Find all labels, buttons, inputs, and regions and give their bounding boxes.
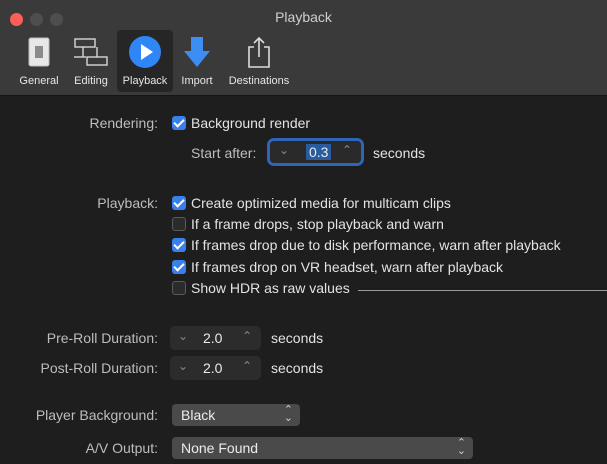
start-after-unit: seconds — [373, 145, 426, 161]
start-after-value[interactable]: 0.3 — [306, 144, 332, 160]
increment-arrow-icon[interactable]: ⌃ — [242, 359, 252, 373]
tab-editing[interactable]: Editing — [68, 30, 114, 92]
pre-roll-value[interactable]: 2.0 — [203, 330, 222, 346]
disk-performance-warn-checkbox[interactable] — [172, 238, 186, 252]
vr-headset-warn-checkbox[interactable] — [172, 260, 186, 274]
pre-roll-label: Pre-Roll Duration: — [46, 330, 158, 346]
optimized-media-label: Create optimized media for multicam clip… — [191, 195, 451, 211]
player-background-popup[interactable]: Black ⌃ ⌄ — [172, 404, 300, 426]
tab-import-label: Import — [181, 75, 213, 87]
down-arrow-icon — [176, 33, 218, 71]
start-after-stepper[interactable]: ⌄ 0.3 ⌃ — [270, 141, 361, 163]
play-circle-icon — [117, 33, 173, 71]
post-roll-label: Post-Roll Duration: — [40, 360, 159, 376]
av-output-popup[interactable]: None Found ⌃ ⌄ — [172, 437, 473, 459]
tab-playback[interactable]: Playback — [117, 30, 173, 92]
pre-roll-unit: seconds — [271, 330, 324, 346]
av-output-label: A/V Output: — [85, 440, 158, 456]
frame-drop-stop-checkbox[interactable] — [172, 217, 186, 231]
rendering-label: Rendering: — [89, 115, 159, 131]
increment-arrow-icon[interactable]: ⌃ — [342, 143, 352, 157]
background-render-checkbox[interactable] — [172, 116, 186, 130]
pre-roll-stepper[interactable]: ⌄ 2.0 ⌃ — [170, 326, 261, 350]
hdr-raw-label: Show HDR as raw values — [191, 280, 350, 296]
window-title: Playback — [275, 9, 332, 25]
post-roll-unit: seconds — [271, 360, 324, 376]
playback-label: Playback: — [97, 195, 158, 211]
tab-import[interactable]: Import — [176, 30, 218, 92]
increment-arrow-icon[interactable]: ⌃ — [242, 329, 252, 343]
share-icon — [222, 33, 296, 71]
tab-playback-label: Playback — [122, 75, 168, 87]
tab-destinations-label: Destinations — [228, 75, 290, 87]
player-background-label: Player Background: — [35, 407, 158, 423]
optimized-media-checkbox[interactable] — [172, 196, 186, 210]
tab-general-label: General — [19, 75, 59, 87]
decrement-arrow-icon[interactable]: ⌄ — [279, 143, 289, 157]
up-down-chevron-icon: ⌃ ⌄ — [456, 437, 466, 457]
disk-performance-warn-label: If frames drop due to disk performance, … — [191, 237, 561, 253]
film-strip-icon — [68, 33, 114, 71]
av-output-value: None Found — [181, 440, 259, 456]
start-after-label: Start after: — [191, 145, 257, 161]
frame-drop-stop-label: If a frame drops, stop playback and warn — [191, 216, 444, 232]
title-bar: Playback General Editing Playback Import… — [0, 0, 607, 96]
vr-headset-warn-label: If frames drop on VR headset, warn after… — [191, 259, 504, 275]
tab-destinations[interactable]: Destinations — [222, 30, 296, 92]
section-divider — [358, 290, 607, 291]
player-background-value: Black — [181, 407, 216, 423]
background-render-label: Background render — [191, 115, 311, 131]
hdr-raw-checkbox[interactable] — [172, 281, 186, 295]
tab-general[interactable]: General — [16, 30, 62, 92]
post-roll-value[interactable]: 2.0 — [203, 360, 222, 376]
up-down-chevron-icon: ⌃ ⌄ — [283, 404, 293, 424]
post-roll-stepper[interactable]: ⌄ 2.0 ⌃ — [170, 356, 261, 380]
tab-editing-label: Editing — [74, 75, 108, 87]
decrement-arrow-icon[interactable]: ⌄ — [178, 329, 188, 343]
decrement-arrow-icon[interactable]: ⌄ — [178, 359, 188, 373]
light-switch-icon — [16, 33, 62, 71]
